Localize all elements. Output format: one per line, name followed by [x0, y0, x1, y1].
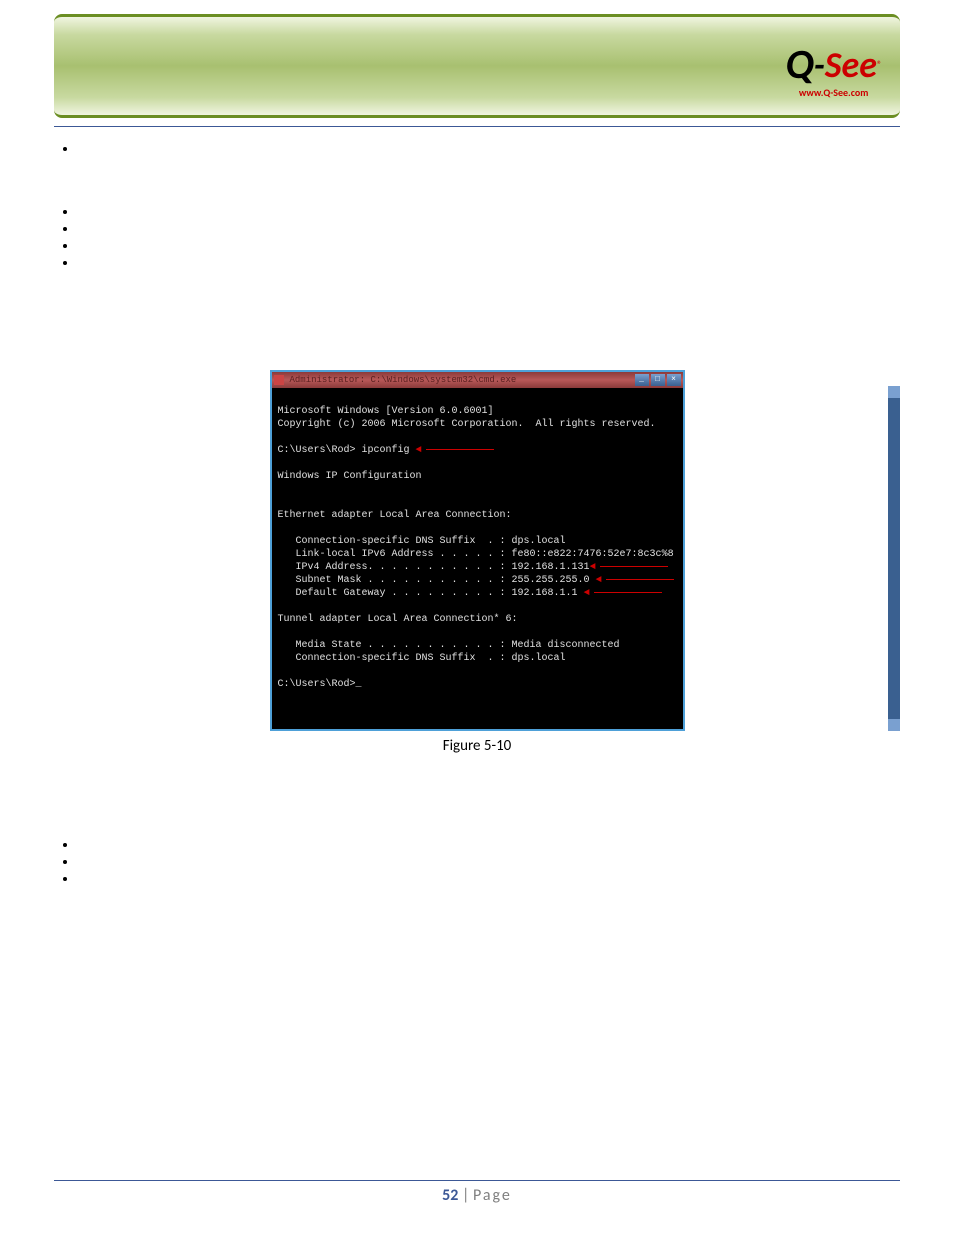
cmd-line: Copyright (c) 2006 Microsoft Corporation… — [278, 418, 677, 431]
scroll-down-icon[interactable] — [888, 719, 900, 731]
cmd-line: Default Gateway . . . . . . . . . : 192.… — [278, 587, 677, 600]
page-number: 52 — [442, 1186, 458, 1205]
cmd-title-text: Administrator: C:\Windows\system32\cmd.e… — [290, 375, 517, 385]
header-divider — [54, 126, 900, 127]
logo-registered: ® — [877, 58, 882, 71]
step7-para: Step 7: On Your DVR, go to Main Menu (Fi… — [62, 773, 900, 807]
qsee-logo: Q - See ® www.Q-See.com — [785, 39, 882, 99]
scroll-up-icon[interactable] — [888, 386, 900, 398]
cmd-line: Media State . . . . . . . . . . . : Medi… — [278, 639, 677, 652]
list2-item4: The above information from your computer… — [78, 254, 894, 356]
step9c-para: TCP – This port works with the HTTP port… — [62, 973, 900, 1024]
cmd-icon — [274, 375, 284, 385]
footer-label: Page — [473, 1186, 512, 1205]
figure-caption: Figure 5-10 — [54, 737, 900, 755]
close-icon[interactable]: × — [667, 374, 681, 386]
logo-see-text: See — [825, 43, 877, 87]
cmd-output: Microsoft Windows [Version 6.0.6001]Copy… — [272, 388, 683, 729]
footer-divider — [54, 1180, 900, 1181]
logo-url: www.Q-See.com — [799, 86, 868, 99]
list2-item1: IPv4 Address:__________________ — [78, 203, 280, 220]
cmd-line: Windows IP Configuration — [278, 470, 677, 483]
window-buttons: _ □ × — [635, 374, 681, 386]
annotation-line — [606, 579, 674, 580]
cmd-line: IPv4 Address. . . . . . . . . . . : 192.… — [278, 561, 677, 574]
cmd-line: Connection-specific DNS Suffix . : dps.l… — [278, 652, 677, 665]
cmd-window: Administrator: C:\Windows\system32\cmd.e… — [270, 370, 685, 731]
step8-para: Step 8: Turn OFF DHCP and enter the info… — [62, 813, 900, 830]
step9a-para: Step 9: Click on the dropdown next to Se… — [62, 910, 900, 927]
page-footer: 52 | Page — [0, 1186, 954, 1205]
step6-para: Step 6: Write down the computers network… — [62, 180, 900, 197]
annotation-arrow-icon: ◄ — [590, 562, 596, 573]
bullet-list-2: IPv4 Address:__________________ Subnet M… — [78, 203, 900, 356]
logo-q-glyph: Q — [785, 39, 813, 90]
cmd-line: Link-local IPv6 Address . . . . . : fe80… — [278, 548, 677, 561]
cmd-line: Tunnel adapter Local Area Connection* 6: — [278, 613, 677, 626]
page-body: You should see the window in Fig 5-10 wi… — [54, 140, 900, 1030]
cmd-line: Ethernet adapter Local Area Connection: — [278, 509, 677, 522]
logo-dash: - — [814, 43, 825, 87]
cmd-line: C:\Users\Rod>_ — [278, 678, 677, 691]
cmd-line: Connection-specific DNS Suffix . : dps.l… — [278, 535, 677, 548]
cmd-line: Subnet Mask . . . . . . . . . . . : 255.… — [278, 574, 677, 587]
bullet-list-1: You should see the window in Fig 5-10 wi… — [78, 140, 900, 174]
footer-bar: | — [458, 1186, 473, 1205]
cmd-titlebar: Administrator: C:\Windows\system32\cmd.e… — [272, 372, 683, 388]
cmd-line: Microsoft Windows [Version 6.0.6001] — [278, 405, 677, 418]
header-banner: Q - See ® www.Q-See.com — [54, 14, 900, 118]
annotation-line — [600, 566, 668, 567]
list3-item2: Subnet Mask: Enter this information, gen… — [78, 853, 578, 870]
step9b-para: HTTP/Media port – This port is used to a… — [62, 933, 900, 967]
bullet-list-3: IPv4 Address/IP Address: Enter this numb… — [78, 836, 900, 904]
list3-item1: IPv4 Address/IP Address: Enter this numb… — [78, 836, 524, 853]
annotation-arrow-icon: ◄ — [584, 588, 590, 599]
list2-item3: Default Gateway:_______________ — [78, 237, 280, 254]
list2-item2: Subnet Mask:__________________ — [78, 220, 281, 237]
list3-item3: Default Gateway: Enter this number exact… — [78, 870, 895, 904]
annotation-arrow-icon: ◄ — [596, 575, 602, 586]
cmd-line: C:\Users\Rod> ipconfig ◄ — [278, 444, 677, 457]
minimize-icon[interactable]: _ — [635, 374, 649, 386]
annotation-line — [426, 449, 494, 450]
scrollbar[interactable] — [888, 386, 900, 731]
maximize-icon[interactable]: □ — [651, 374, 665, 386]
annotation-line — [594, 592, 662, 593]
annotation-arrow-icon: ◄ — [416, 445, 422, 456]
list1-item1: You should see the window in Fig 5-10 wi… — [78, 140, 882, 174]
